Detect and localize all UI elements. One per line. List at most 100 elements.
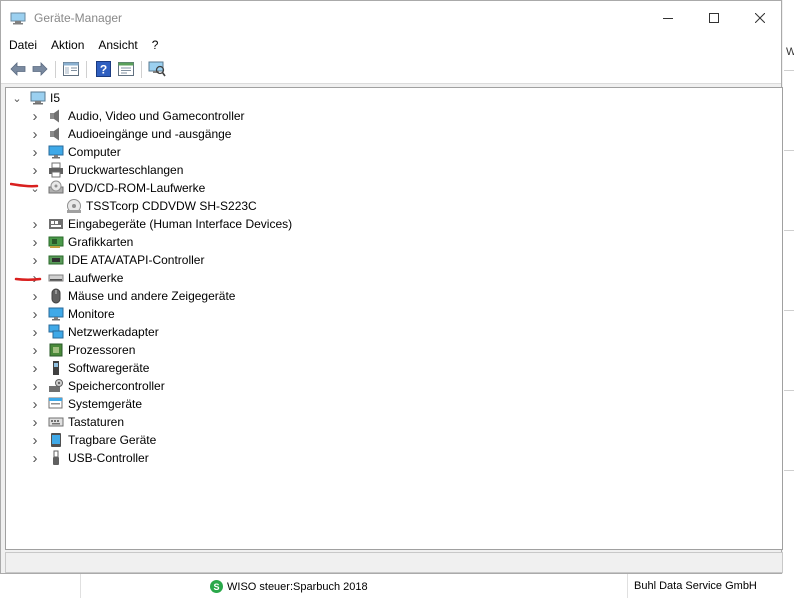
expand-chevron-icon[interactable]: › bbox=[28, 431, 42, 449]
menu-help[interactable]: ? bbox=[145, 35, 166, 56]
speaker-icon bbox=[48, 126, 64, 142]
toolbar-separator bbox=[141, 61, 142, 78]
tree-category-item[interactable]: › Prozessoren bbox=[28, 341, 136, 359]
tree-item-label: Monitore bbox=[68, 307, 115, 321]
menu-datei[interactable]: Datei bbox=[2, 35, 44, 56]
tree-category-item[interactable]: › Softwaregeräte bbox=[28, 359, 150, 377]
device-manager-app-icon bbox=[10, 12, 26, 25]
background-edge-text: W bbox=[786, 46, 794, 58]
expand-chevron-icon[interactable]: › bbox=[28, 233, 42, 251]
tree-item-label: Mäuse und andere Zeigegeräte bbox=[68, 289, 236, 303]
menu-ansicht[interactable]: Ansicht bbox=[91, 35, 144, 56]
tree-category-item[interactable]: › IDE ATA/ATAPI-Controller bbox=[28, 251, 205, 269]
expand-chevron-icon[interactable]: › bbox=[28, 341, 42, 359]
tree-device-item[interactable]: TSSTcorp CDDVDW SH-S223C bbox=[46, 197, 257, 215]
tree-item-label: Computer bbox=[68, 145, 121, 159]
expand-chevron-icon[interactable]: › bbox=[28, 215, 42, 233]
tree-category-item[interactable]: › Netzwerkadapter bbox=[28, 323, 159, 341]
window-title: Geräte-Manager bbox=[34, 11, 123, 25]
tree-category-item[interactable]: › Laufwerke bbox=[28, 269, 124, 287]
expand-chevron-icon[interactable]: › bbox=[28, 395, 42, 413]
device-tree[interactable]: ⌄ I5 › Audio, Video und Gamecontroller › Au… bbox=[5, 87, 783, 550]
expand-chevron-icon[interactable]: › bbox=[28, 287, 42, 305]
background-program-list: S WISO steuer:Sparbuch 2018 Buhl Data Se… bbox=[0, 574, 794, 598]
expand-chevron-icon[interactable]: › bbox=[28, 125, 42, 143]
mouse-icon bbox=[48, 288, 64, 304]
background-app-edge bbox=[783, 0, 794, 598]
tree-item-label: Tragbare Geräte bbox=[68, 433, 157, 447]
tree-item-label: Audio, Video und Gamecontroller bbox=[68, 109, 245, 123]
maximize-icon bbox=[709, 13, 719, 23]
expand-chevron-icon[interactable]: › bbox=[28, 323, 42, 341]
console-tree-icon bbox=[63, 62, 79, 76]
forward-button[interactable] bbox=[31, 60, 49, 78]
title-bar[interactable]: Geräte-Manager bbox=[1, 1, 781, 35]
expand-chevron-icon[interactable]: › bbox=[28, 377, 42, 395]
dvd-drive-icon bbox=[48, 180, 64, 196]
tree-category-item[interactable]: › Monitore bbox=[28, 305, 115, 323]
network-adapter-icon bbox=[48, 324, 64, 340]
monitor-icon bbox=[48, 144, 64, 160]
expand-chevron-icon[interactable]: › bbox=[28, 359, 42, 377]
close-icon bbox=[755, 13, 765, 23]
tree-item-label: Eingabegeräte (Human Interface Devices) bbox=[68, 217, 293, 231]
tree-category-item[interactable]: › USB-Controller bbox=[28, 449, 149, 467]
tree-category-item[interactable]: › Audio, Video und Gamecontroller bbox=[28, 107, 245, 125]
properties-button[interactable] bbox=[117, 60, 135, 78]
expand-chevron-icon[interactable]: › bbox=[28, 143, 42, 161]
maximize-button[interactable] bbox=[691, 1, 737, 35]
menu-aktion[interactable]: Aktion bbox=[44, 35, 91, 56]
collapse-chevron-icon[interactable]: ⌄ bbox=[10, 89, 24, 107]
processor-icon bbox=[48, 342, 64, 358]
tree-category-item[interactable]: › Druckwarteschlangen bbox=[28, 161, 184, 179]
toolbar: ? bbox=[1, 56, 781, 84]
tree-item-label: Speichercontroller bbox=[68, 379, 165, 393]
background-program-publisher: Buhl Data Service GmbH bbox=[634, 580, 757, 592]
tree-item-label: Softwaregeräte bbox=[68, 361, 150, 375]
software-device-icon bbox=[48, 360, 64, 376]
device-manager-window: Geräte-Manager Datei Aktion Ansicht ? ? bbox=[0, 0, 783, 574]
close-button[interactable] bbox=[737, 1, 783, 35]
disk-drive-icon bbox=[48, 270, 64, 286]
tree-item-label: Prozessoren bbox=[68, 343, 136, 357]
scan-hardware-button[interactable] bbox=[148, 60, 166, 78]
optical-drive-icon bbox=[66, 198, 82, 214]
tree-category-item[interactable]: › Systemgeräte bbox=[28, 395, 143, 413]
tree-item-label: TSSTcorp CDDVDW SH-S223C bbox=[86, 199, 257, 213]
toolbar-separator bbox=[86, 61, 87, 78]
help-button[interactable]: ? bbox=[94, 60, 112, 78]
background-program-row[interactable]: S WISO steuer:Sparbuch 2018 bbox=[210, 580, 368, 593]
show-hide-console-tree-button[interactable] bbox=[62, 60, 80, 78]
expand-chevron-icon[interactable]: › bbox=[28, 107, 42, 125]
status-bar bbox=[5, 552, 783, 573]
tree-category-item[interactable]: › Mäuse und andere Zeigegeräte bbox=[28, 287, 236, 305]
tree-category-item[interactable]: › Audioeingänge und -ausgänge bbox=[28, 125, 232, 143]
menu-bar: Datei Aktion Ansicht ? bbox=[1, 35, 781, 56]
tree-category-item[interactable]: ⌄ DVD/CD-ROM-Laufwerke bbox=[28, 179, 205, 197]
expand-chevron-icon[interactable]: › bbox=[28, 305, 42, 323]
tree-category-item[interactable]: › Tragbare Geräte bbox=[28, 431, 157, 449]
tree-item-label: DVD/CD-ROM-Laufwerke bbox=[68, 181, 206, 195]
scan-hardware-icon bbox=[148, 61, 166, 77]
speaker-icon bbox=[48, 108, 64, 124]
toolbar-separator bbox=[55, 61, 56, 78]
tree-item-label: Laufwerke bbox=[68, 271, 124, 285]
tree-category-item[interactable]: › Grafikkarten bbox=[28, 233, 134, 251]
forward-arrow-icon bbox=[32, 62, 48, 76]
background-program-name: WISO steuer:Sparbuch 2018 bbox=[227, 580, 368, 593]
expand-chevron-icon[interactable]: › bbox=[28, 161, 42, 179]
expand-chevron-icon[interactable]: › bbox=[28, 449, 42, 467]
tree-category-item[interactable]: › Speichercontroller bbox=[28, 377, 165, 395]
tree-category-item[interactable]: › Computer bbox=[28, 143, 121, 161]
tree-root[interactable]: ⌄ I5 bbox=[10, 89, 60, 107]
tree-category-item[interactable]: › Eingabegeräte (Human Interface Devices) bbox=[28, 215, 293, 233]
portable-device-icon bbox=[48, 432, 64, 448]
back-button[interactable] bbox=[9, 60, 27, 78]
expand-chevron-icon[interactable]: › bbox=[28, 413, 42, 431]
properties-icon bbox=[118, 62, 134, 76]
expand-chevron-icon[interactable]: › bbox=[28, 251, 42, 269]
svg-text:?: ? bbox=[99, 63, 106, 77]
tree-item-label: Audioeingänge und -ausgänge bbox=[68, 127, 232, 141]
tree-category-item[interactable]: › Tastaturen bbox=[28, 413, 125, 431]
minimize-button[interactable] bbox=[645, 1, 691, 35]
